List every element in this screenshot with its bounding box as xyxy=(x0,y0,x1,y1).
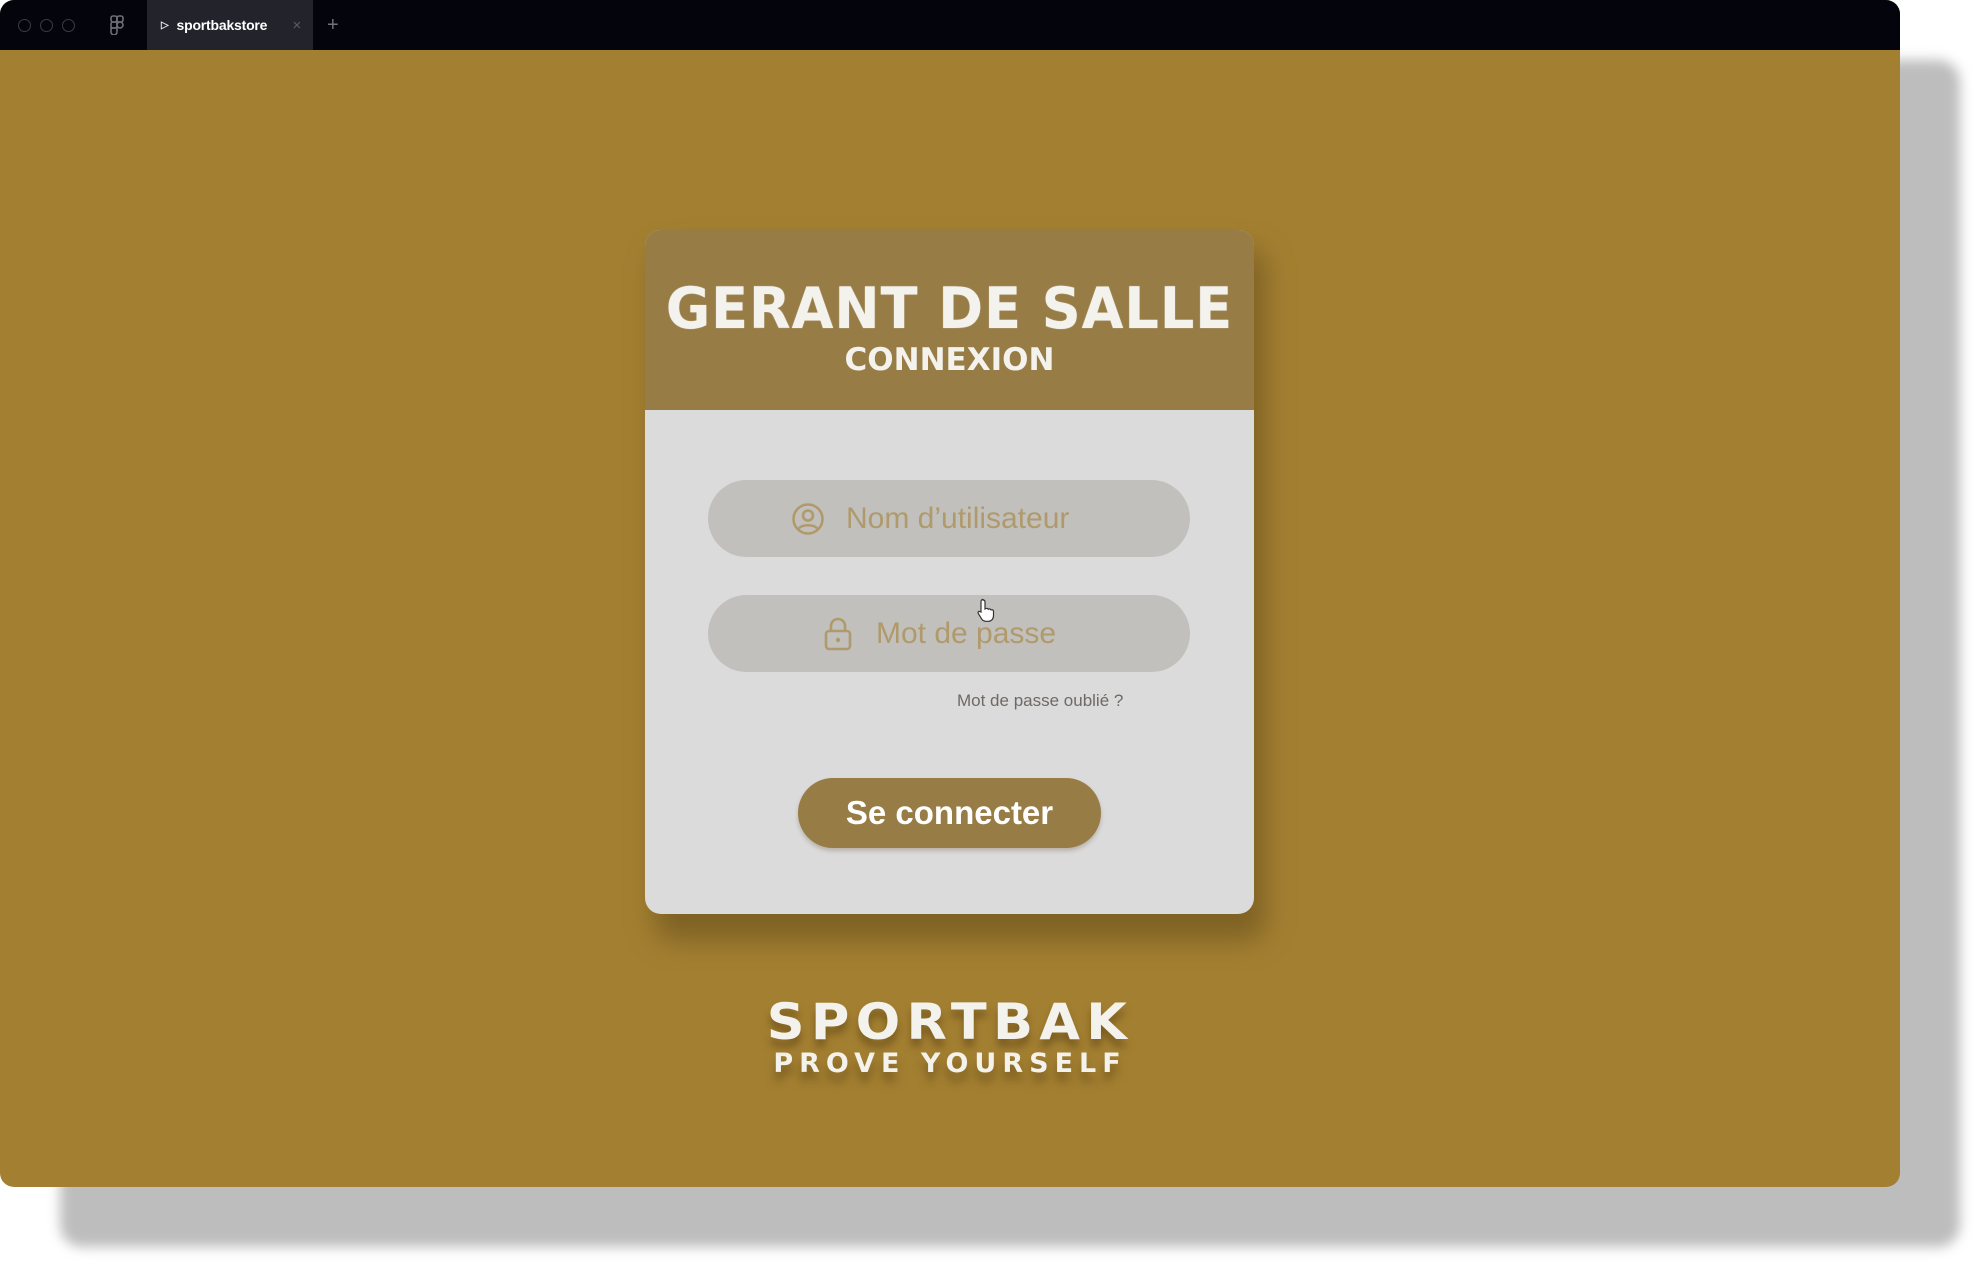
page-subtitle: CONNEXION xyxy=(844,342,1055,378)
brand-name: SPORTBAK xyxy=(766,993,1134,1051)
password-field[interactable] xyxy=(708,595,1190,672)
hand-cursor-icon xyxy=(976,598,998,622)
brand-logo: SPORTBAK PROVE YOURSELF xyxy=(700,995,1200,1079)
close-tab-icon[interactable]: × xyxy=(292,17,301,34)
stage: ▷ sportbakstore × + GERANT DE SALLE CONN… xyxy=(0,0,1978,1267)
window-controls xyxy=(18,18,75,32)
title-bar: ▷ sportbakstore × + xyxy=(0,0,1900,50)
tab-sportbakstore[interactable]: ▷ sportbakstore × xyxy=(147,0,313,50)
user-circle-icon xyxy=(790,501,826,537)
tab-title: sportbakstore xyxy=(176,17,268,33)
login-card: GERANT DE SALLE CONNEXION Nom d’utilisat… xyxy=(645,230,1254,914)
forgot-password-link[interactable]: Mot de passe oublié ? xyxy=(957,691,1123,711)
maximize-window-button[interactable] xyxy=(62,18,75,32)
add-tab-icon[interactable]: + xyxy=(327,14,339,37)
page-title: GERANT DE SALLE xyxy=(665,275,1234,342)
figma-icon[interactable] xyxy=(109,14,125,36)
app-window: ▷ sportbakstore × + GERANT DE SALLE CONN… xyxy=(0,0,1900,1187)
minimize-window-button[interactable] xyxy=(40,18,53,32)
card-header: GERANT DE SALLE CONNEXION xyxy=(645,230,1254,410)
close-window-button[interactable] xyxy=(18,18,31,32)
login-button[interactable]: Se connecter xyxy=(798,778,1101,848)
play-icon: ▷ xyxy=(161,19,169,31)
brand-tagline: PROVE YOURSELF xyxy=(773,1048,1127,1079)
lock-icon xyxy=(820,616,856,652)
username-input[interactable] xyxy=(844,500,1108,537)
username-field[interactable] xyxy=(708,480,1190,557)
